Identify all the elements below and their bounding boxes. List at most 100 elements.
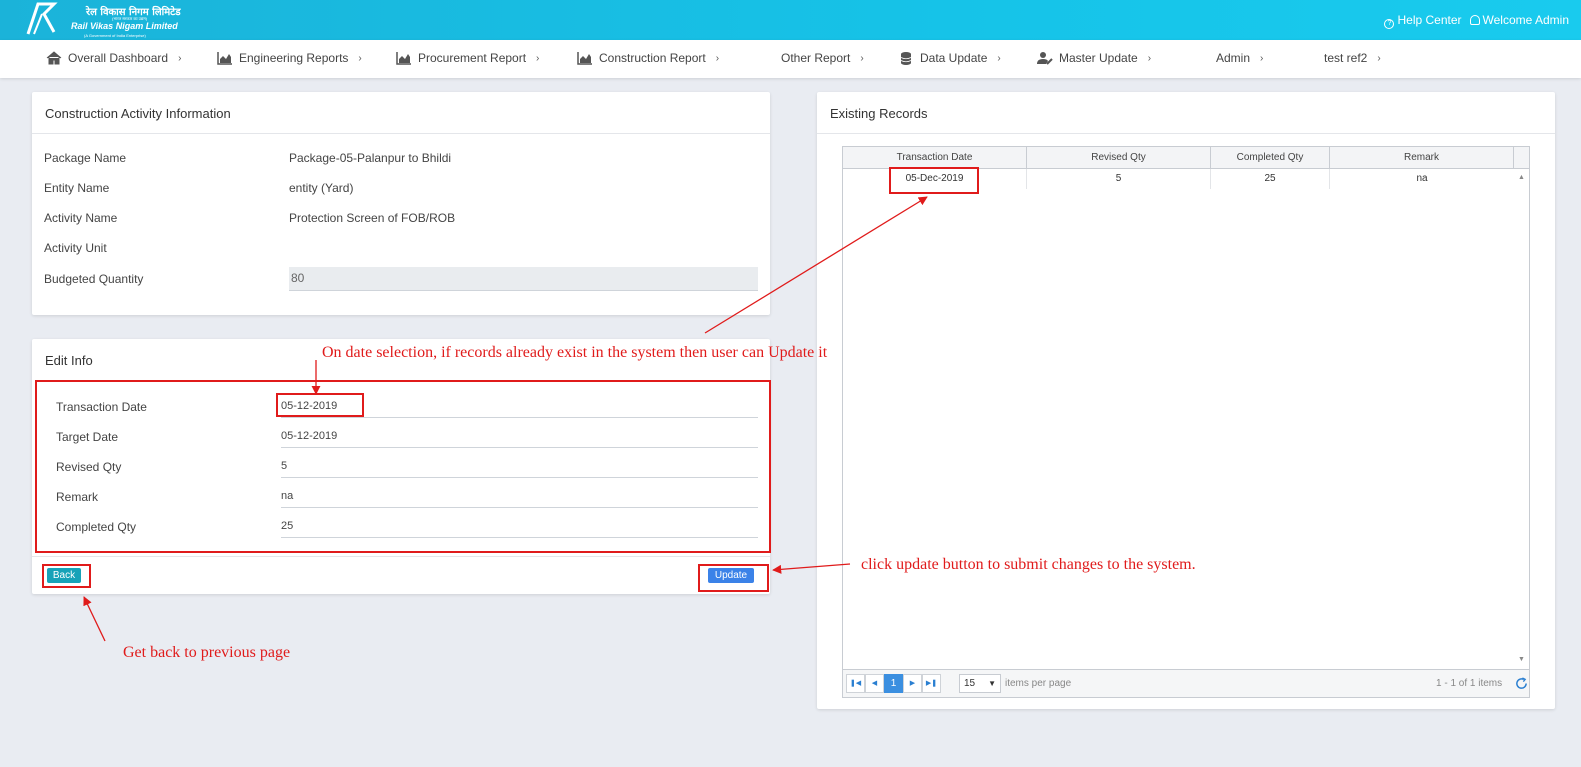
package-name-value: Package-05-Palanpur to Bhildi	[289, 151, 452, 165]
card-divider	[32, 133, 770, 134]
back-button[interactable]: Back	[47, 568, 81, 583]
transaction-date-label: Transaction Date	[56, 400, 147, 414]
scroll-down-icon[interactable]: ▼	[1518, 656, 1525, 663]
user-icon	[1469, 15, 1480, 25]
logo-english-subtitle: (A Government of India Enterprise)	[84, 33, 146, 38]
update-button[interactable]: Update	[708, 568, 754, 583]
entity-name-value: entity (Yard)	[289, 181, 354, 195]
package-name-label: Package Name	[44, 151, 127, 165]
user-edit-icon	[1037, 52, 1053, 65]
column-header-completed-qty[interactable]: Completed Qty	[1211, 147, 1330, 169]
cell-transaction-date: 05-Dec-2019	[843, 169, 1027, 189]
rvnl-logo-mark-icon	[26, 2, 58, 35]
nav-label: Master Update	[1059, 51, 1138, 65]
revised-qty-input[interactable]: 5	[281, 457, 758, 478]
column-header-revised-qty[interactable]: Revised Qty	[1027, 147, 1211, 169]
top-right-links: ? Help Center Welcome Admin	[1384, 13, 1569, 29]
nav-admin[interactable]: Admin ›	[1216, 51, 1263, 65]
previous-page-icon[interactable]: ◀	[865, 674, 884, 693]
activity-name-value: Protection Screen of FOB/ROB	[289, 211, 456, 225]
question-circle-icon: ?	[1384, 19, 1395, 29]
rvnl-logo[interactable]: रेल विकास निगम लिमिटेड (भारत सरकार का उद…	[24, 2, 181, 38]
area-chart-icon	[396, 52, 411, 65]
chevron-right-icon: ›	[860, 52, 864, 64]
edit-card-title: Edit Info	[45, 353, 93, 368]
annotation-date-selection: On date selection, if records already ex…	[322, 344, 828, 361]
nav-label: Construction Report	[599, 51, 706, 65]
budgeted-quantity-field: 80	[289, 267, 758, 291]
page-size-select[interactable]: 15 ▼	[959, 674, 1001, 693]
refresh-icon[interactable]	[1515, 677, 1528, 690]
column-header-transaction-date[interactable]: Transaction Date	[843, 147, 1027, 169]
nav-master-update[interactable]: Master Update ›	[1037, 51, 1151, 65]
completed-qty-label: Completed Qty	[56, 520, 137, 534]
top-header-bar: रेल विकास निगम लिमिटेड (भारत सरकार का उद…	[0, 0, 1581, 40]
welcome-label: Welcome Admin	[1482, 13, 1569, 27]
nav-label: Engineering Reports	[239, 51, 349, 65]
nav-procurement-report[interactable]: Procurement Report ›	[396, 51, 539, 65]
card-divider	[32, 556, 770, 557]
logo-english-name: Rail Vikas Nigam Limited	[71, 21, 178, 31]
cell-revised-qty: 5	[1027, 169, 1211, 189]
chevron-right-icon: ›	[715, 52, 720, 64]
cell-completed-qty: 25	[1211, 169, 1330, 189]
nav-test-ref2[interactable]: test ref2 ›	[1324, 51, 1381, 65]
welcome-user-link[interactable]: Welcome Admin	[1469, 13, 1569, 29]
nav-engineering-reports[interactable]: Engineering Reports ›	[217, 51, 362, 65]
target-date-input[interactable]: 05-12-2019	[281, 427, 758, 448]
chevron-right-icon: ›	[536, 52, 540, 64]
chevron-right-icon: ›	[178, 52, 182, 64]
activity-unit-label: Activity Unit	[44, 241, 107, 255]
page-number-button[interactable]: 1	[884, 674, 903, 693]
transaction-date-input[interactable]: 05-12-2019	[281, 397, 758, 418]
main-navigation: Overall Dashboard › Engineering Reports › …	[0, 40, 1581, 78]
chevron-right-icon: ›	[1147, 52, 1152, 64]
nav-label: Other Report	[781, 51, 851, 65]
records-grid: Transaction Date Revised Qty Completed Q…	[842, 146, 1530, 698]
completed-qty-input[interactable]: 25	[281, 517, 758, 538]
nav-overall-dashboard[interactable]: Overall Dashboard ›	[46, 51, 181, 65]
grid-pager: ❚◀ ◀ 1 ▶ ▶❚ 15 ▼ items per page 1 - 1 of…	[843, 669, 1529, 697]
annotation-update-hint: click update button to submit changes to…	[861, 556, 1196, 573]
area-chart-icon	[217, 52, 232, 65]
nav-data-update[interactable]: Data Update ›	[898, 51, 1001, 65]
chevron-right-icon: ›	[1260, 52, 1264, 64]
edit-info-card: Edit Info Transaction Date 05-12-2019 Ta…	[32, 339, 770, 594]
chevron-right-icon: ›	[1377, 52, 1381, 64]
help-center-link[interactable]: ? Help Center	[1384, 13, 1462, 29]
first-page-icon[interactable]: ❚◀	[846, 674, 865, 693]
budgeted-quantity-label: Budgeted Quantity	[44, 272, 144, 286]
nav-label: Procurement Report	[418, 51, 527, 65]
nav-label: Data Update	[920, 51, 988, 65]
scroll-up-icon[interactable]: ▲	[1518, 174, 1525, 181]
activity-name-label: Activity Name	[44, 211, 118, 225]
revised-qty-label: Revised Qty	[56, 460, 122, 474]
target-date-label: Target Date	[56, 430, 119, 444]
column-header-remark[interactable]: Remark	[1330, 147, 1514, 169]
cell-remark: na	[1416, 173, 1428, 184]
activity-card-title: Construction Activity Information	[45, 106, 231, 121]
grid-header: Transaction Date Revised Qty Completed Q…	[843, 147, 1529, 169]
chevron-right-icon: ›	[997, 52, 1001, 64]
help-center-label: Help Center	[1397, 13, 1462, 27]
annotation-back-hint: Get back to previous page	[123, 644, 291, 661]
arrow-to-back-button	[83, 596, 106, 642]
last-page-icon[interactable]: ▶❚	[922, 674, 941, 693]
remark-input[interactable]: na	[281, 487, 758, 508]
nav-other-report[interactable]: Other Report ›	[781, 51, 864, 65]
database-icon	[900, 52, 912, 65]
page-size-value: 15	[964, 678, 976, 689]
area-chart-icon	[577, 52, 592, 65]
records-card-title: Existing Records	[830, 106, 928, 121]
next-page-icon[interactable]: ▶	[903, 674, 922, 693]
caret-down-icon: ▼	[988, 679, 996, 688]
home-icon	[46, 51, 62, 65]
chevron-right-icon: ›	[358, 52, 362, 64]
nav-label: test ref2	[1324, 51, 1368, 65]
items-per-page-label: items per page	[1005, 678, 1072, 689]
card-divider	[817, 133, 1555, 134]
nav-construction-report[interactable]: Construction Report ›	[577, 51, 719, 65]
pager-summary: 1 - 1 of 1 items	[1436, 678, 1503, 689]
remark-label: Remark	[56, 490, 99, 504]
nav-label: Admin	[1216, 51, 1251, 65]
